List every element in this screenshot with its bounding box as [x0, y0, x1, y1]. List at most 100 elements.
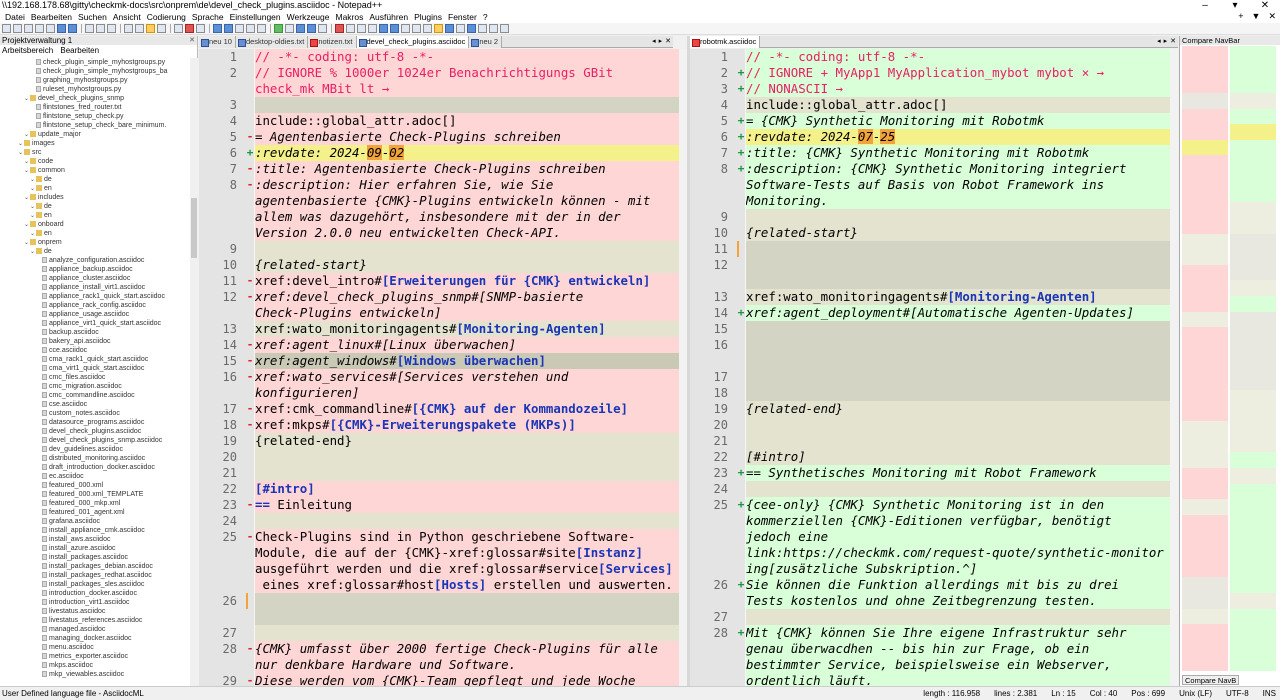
tree-item[interactable]: appliance_rack_config.asciidoc	[0, 301, 190, 310]
tree-item[interactable]: install_packages_debian.asciidoc	[0, 562, 190, 571]
tree-item[interactable]: appliance_rack1_quick_start.asciidoc	[0, 292, 190, 301]
tree-item[interactable]: bakery_api.asciidoc	[0, 337, 190, 346]
tree-item[interactable]: metrics_exporter.asciidoc	[0, 652, 190, 661]
tree-item[interactable]: ⌄ en	[0, 229, 190, 238]
tree-item[interactable]: draft_introduction_docker.asciidoc	[0, 463, 190, 472]
tree-item[interactable]: devel_check_plugins_snmp.asciidoc	[0, 436, 190, 445]
tree-item[interactable]: distributed_monitoring.asciidoc	[0, 454, 190, 463]
minimize-button[interactable]: –	[1190, 0, 1220, 11]
tree-item[interactable]: flintstones_fred_router.txt	[0, 103, 190, 112]
tree-item[interactable]: appliance_usage.asciidoc	[0, 310, 190, 319]
compare-prev-icon[interactable]	[379, 24, 388, 33]
play-multi-icon[interactable]	[346, 24, 355, 33]
menu-item[interactable]: Einstellungen	[227, 12, 284, 22]
monitor-icon[interactable]	[296, 24, 305, 33]
tree-item[interactable]: flintstone_setup_check_bare_minimum.	[0, 121, 190, 130]
paste-icon[interactable]	[107, 24, 116, 33]
scrollbar-thumb[interactable]	[191, 198, 197, 258]
tree-item[interactable]: appliance_virt1_quick_start.asciidoc	[0, 319, 190, 328]
open-file-icon[interactable]	[13, 24, 22, 33]
save-macro-icon[interactable]	[357, 24, 366, 33]
tree-item[interactable]: ⌄ onboard	[0, 220, 190, 229]
editor-tab[interactable]: notizen.txt	[308, 36, 357, 48]
right-scrollbar[interactable]	[1170, 49, 1178, 686]
function-list-icon[interactable]	[274, 24, 283, 33]
workspace-menu[interactable]: Arbeitsbereich	[2, 46, 53, 55]
tree-item[interactable]: ⌄ onprem	[0, 238, 190, 247]
tree-item[interactable]: ⌄ de	[0, 175, 190, 184]
compare-icon[interactable]	[368, 24, 377, 33]
tree-item[interactable]: appliance_cluster.asciidoc	[0, 274, 190, 283]
menu-right-button[interactable]: +	[1238, 11, 1243, 22]
print-icon[interactable]	[68, 24, 77, 33]
replace-icon[interactable]	[157, 24, 166, 33]
tree-item[interactable]: cse.asciidoc	[0, 400, 190, 409]
tree-scrollbar[interactable]	[190, 58, 198, 686]
tab-close-icon[interactable]: ✕	[665, 36, 671, 48]
menu-right-button[interactable]: ✕	[1268, 11, 1276, 22]
tree-item[interactable]: install_packages_sles.asciidoc	[0, 580, 190, 589]
navbar-left-strip[interactable]	[1182, 46, 1228, 671]
tree-item[interactable]: ⌄ includes	[0, 193, 190, 202]
tree-item[interactable]: appliance_install_virt1.asciidoc	[0, 283, 190, 292]
tree-item[interactable]: install_packages.asciidoc	[0, 553, 190, 562]
tree-item[interactable]: install_appliance_cmk.asciidoc	[0, 526, 190, 535]
tab-prev-icon[interactable]: ◂	[1157, 36, 1161, 48]
tree-item[interactable]: featured_000.xml_TEMPLATE	[0, 490, 190, 499]
tree-item[interactable]: ⌄ en	[0, 211, 190, 220]
tree-item[interactable]: ⌄ src	[0, 148, 190, 157]
tree-item[interactable]: ⌄ de	[0, 247, 190, 256]
editor-tab[interactable]: robotmk.asciidoc	[690, 36, 761, 48]
tree-item[interactable]: mkp_viewables.asciidoc	[0, 670, 190, 679]
menu-item[interactable]: Datei	[2, 12, 28, 22]
ignore-case-icon[interactable]	[478, 24, 487, 33]
edit-menu[interactable]: Bearbeiten	[60, 46, 99, 55]
settings-icon[interactable]	[434, 24, 443, 33]
menu-item[interactable]: Ansicht	[110, 12, 144, 22]
tree-item[interactable]: cmc_migration.asciidoc	[0, 382, 190, 391]
menu-item[interactable]: ?	[480, 12, 491, 22]
close-all-icon[interactable]	[57, 24, 66, 33]
tree-item[interactable]: install_azure.asciidoc	[0, 544, 190, 553]
last-diff-icon[interactable]	[412, 24, 421, 33]
tree-item[interactable]: managing_docker.asciidoc	[0, 634, 190, 643]
zoom-out-icon[interactable]	[185, 24, 194, 33]
tree-item[interactable]: cmc_commandline.asciidoc	[0, 391, 190, 400]
tree-item[interactable]: appliance_backup.asciidoc	[0, 265, 190, 274]
menu-item[interactable]: Ausführen	[366, 12, 411, 22]
menu-item[interactable]: Codierung	[144, 12, 189, 22]
menu-item[interactable]: Suchen	[75, 12, 110, 22]
tree-item[interactable]: livestatus.asciidoc	[0, 607, 190, 616]
navbar-right-strip[interactable]	[1230, 46, 1276, 671]
nav-icon[interactable]	[445, 24, 454, 33]
tree-item[interactable]: mkps.asciidoc	[0, 661, 190, 670]
all-chars-icon[interactable]	[224, 24, 233, 33]
tree-item[interactable]: ⌄ en	[0, 184, 190, 193]
menu-right-button[interactable]: ▼	[1252, 11, 1261, 22]
tree-item[interactable]: devel_check_plugins.asciidoc	[0, 427, 190, 436]
tree-item[interactable]: backup.asciidoc	[0, 328, 190, 337]
tree-item[interactable]: cma_rack1_quick_start.asciidoc	[0, 355, 190, 364]
close-button[interactable]: ✕	[1250, 0, 1280, 11]
tree-item[interactable]: analyze_configuration.asciidoc	[0, 256, 190, 265]
tree-item[interactable]: featured_000.xml	[0, 481, 190, 490]
tree-item[interactable]: ⌄ devel_check_plugins_snmp	[0, 94, 190, 103]
ignore-space-icon[interactable]	[467, 24, 476, 33]
first-diff-icon[interactable]	[401, 24, 410, 33]
save-icon[interactable]	[24, 24, 33, 33]
menu-item[interactable]: Sprache	[189, 12, 227, 22]
editor-tab[interactable]: neu 2	[469, 36, 503, 48]
find-icon[interactable]	[146, 24, 155, 33]
editor-tab[interactable]: desktop-oldies.txt	[235, 36, 309, 48]
tree-item[interactable]: ruleset_myhostgroups.py	[0, 85, 190, 94]
menu-item[interactable]: Werkzeuge	[284, 12, 333, 22]
tree-item[interactable]: ec.asciidoc	[0, 472, 190, 481]
indent-guide-icon[interactable]	[235, 24, 244, 33]
record-icon[interactable]	[307, 24, 316, 33]
tree-item[interactable]: install_packages_redhat.asciidoc	[0, 571, 190, 580]
wrap-icon[interactable]	[213, 24, 222, 33]
tree-item[interactable]: ⌄ update_major	[0, 130, 190, 139]
diff-only-icon[interactable]	[456, 24, 465, 33]
editor-tab[interactable]: neu 10	[199, 36, 236, 48]
left-scrollbar[interactable]	[679, 49, 687, 686]
